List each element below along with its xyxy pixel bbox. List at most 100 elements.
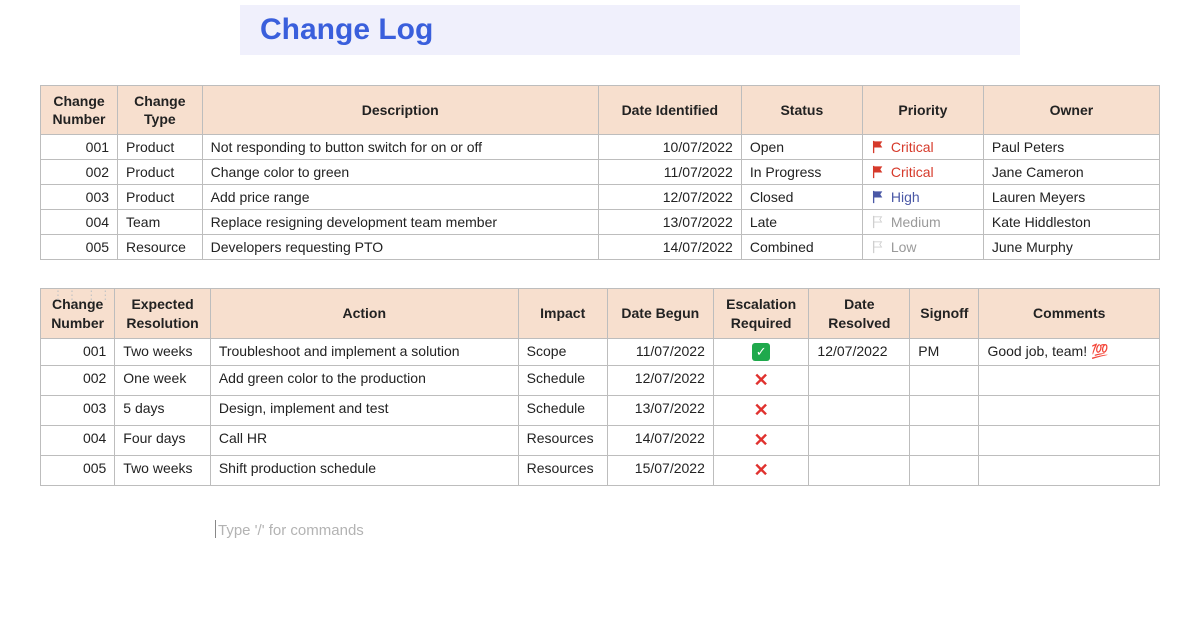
cross-icon: ✕ <box>754 400 769 420</box>
cell-change-number: 005 <box>41 455 115 485</box>
cell-comments <box>979 455 1160 485</box>
cross-icon: ✕ <box>754 430 769 450</box>
cell-action: Troubleshoot and implement a solution <box>210 338 518 365</box>
table-row[interactable]: 0035 daysDesign, implement and testSched… <box>41 395 1160 425</box>
cell-status: Open <box>741 135 862 160</box>
cell-change-number: 003 <box>41 185 118 210</box>
cell-date-resolved <box>809 455 910 485</box>
cell-expected-resolution: Four days <box>115 425 211 455</box>
cell-date-resolved: 12/07/2022 <box>809 338 910 365</box>
cell-description: Change color to green <box>202 160 598 185</box>
cell-change-number: 003 <box>41 395 115 425</box>
t1-header: Status <box>741 86 862 135</box>
cell-date-identified: 10/07/2022 <box>598 135 741 160</box>
cell-impact: Scope <box>518 338 607 365</box>
cell-status: Combined <box>741 235 862 260</box>
cell-escalation: ✕ <box>713 365 809 395</box>
cell-owner: Kate Hiddleston <box>983 210 1159 235</box>
cell-change-number: 001 <box>41 135 118 160</box>
table-row[interactable]: 004TeamReplace resigning development tea… <box>41 210 1160 235</box>
cell-impact: Resources <box>518 455 607 485</box>
cell-action: Call HR <box>210 425 518 455</box>
cell-change-type: Product <box>118 185 203 210</box>
cross-icon: ✕ <box>754 370 769 390</box>
cell-date-resolved <box>809 395 910 425</box>
t1-header: Date Identified <box>598 86 741 135</box>
cell-priority: High <box>862 185 983 210</box>
t1-header: Change Number <box>41 86 118 135</box>
table-row[interactable]: 005Two weeksShift production scheduleRes… <box>41 455 1160 485</box>
cell-date-begun: 14/07/2022 <box>607 425 713 455</box>
command-input[interactable]: Type '/' for commands <box>40 514 1160 539</box>
cell-change-type: Resource <box>118 235 203 260</box>
cell-priority: Low <box>862 235 983 260</box>
cell-change-number: 004 <box>41 425 115 455</box>
t1-header: Priority <box>862 86 983 135</box>
table-row[interactable]: 002ProductChange color to green11/07/202… <box>41 160 1160 185</box>
priority-label: High <box>891 189 920 205</box>
cross-icon: ✕ <box>754 460 769 480</box>
table-row[interactable]: 001Two weeksTroubleshoot and implement a… <box>41 338 1160 365</box>
cell-change-number: 002 <box>41 160 118 185</box>
cell-description: Developers requesting PTO <box>202 235 598 260</box>
cell-comments <box>979 365 1160 395</box>
table-row[interactable]: 005ResourceDevelopers requesting PTO14/0… <box>41 235 1160 260</box>
cell-signoff <box>910 455 979 485</box>
cell-signoff <box>910 365 979 395</box>
cell-comments <box>979 425 1160 455</box>
cell-owner: Paul Peters <box>983 135 1159 160</box>
t2-header: Date Resolved <box>809 289 910 338</box>
flag-icon <box>871 189 891 205</box>
t2-header: Signoff <box>910 289 979 338</box>
cell-date-identified: 14/07/2022 <box>598 235 741 260</box>
cell-comments: Good job, team! 💯 <box>979 338 1160 365</box>
priority-label: Critical <box>891 139 934 155</box>
title-bar: Change Log <box>240 5 1020 55</box>
cell-date-resolved <box>809 425 910 455</box>
cell-date-begun: 15/07/2022 <box>607 455 713 485</box>
priority-label: Critical <box>891 164 934 180</box>
t2-header: Expected Resolution <box>115 289 211 338</box>
cell-description: Not responding to button switch for on o… <box>202 135 598 160</box>
cell-owner: Lauren Meyers <box>983 185 1159 210</box>
cell-date-identified: 13/07/2022 <box>598 210 741 235</box>
cell-signoff <box>910 395 979 425</box>
flag-icon <box>871 139 891 155</box>
cell-action: Design, implement and test <box>210 395 518 425</box>
table-row[interactable]: 002One weekAdd green color to the produc… <box>41 365 1160 395</box>
t1-header: Owner <box>983 86 1159 135</box>
cell-date-resolved <box>809 365 910 395</box>
priority-label: Medium <box>891 214 941 230</box>
cell-priority: Medium <box>862 210 983 235</box>
t2-header: Date Begun <box>607 289 713 338</box>
table-row[interactable]: 004Four daysCall HRResources14/07/2022✕ <box>41 425 1160 455</box>
cell-date-begun: 12/07/2022 <box>607 365 713 395</box>
cell-signoff <box>910 425 979 455</box>
cell-priority: Critical <box>862 135 983 160</box>
cell-date-begun: 11/07/2022 <box>607 338 713 365</box>
cell-status: Late <box>741 210 862 235</box>
t2-header: Comments <box>979 289 1160 338</box>
drag-handle-icon[interactable]: ⋮⋮ ⋮⋮ <box>52 288 113 302</box>
t1-header: Change Type <box>118 86 203 135</box>
change-log-table-2: Change NumberExpected ResolutionActionIm… <box>40 288 1160 485</box>
page-title: Change Log <box>260 13 1000 47</box>
cell-action: Add green color to the production <box>210 365 518 395</box>
cell-owner: Jane Cameron <box>983 160 1159 185</box>
cell-change-type: Product <box>118 135 203 160</box>
flag-icon <box>871 214 891 230</box>
cell-impact: Schedule <box>518 365 607 395</box>
cell-change-number: 004 <box>41 210 118 235</box>
table-row[interactable]: 001ProductNot responding to button switc… <box>41 135 1160 160</box>
cell-expected-resolution: Two weeks <box>115 338 211 365</box>
cell-change-type: Team <box>118 210 203 235</box>
cell-expected-resolution: One week <box>115 365 211 395</box>
cell-change-type: Product <box>118 160 203 185</box>
cell-status: In Progress <box>741 160 862 185</box>
cell-owner: June Murphy <box>983 235 1159 260</box>
cell-description: Add price range <box>202 185 598 210</box>
cell-escalation: ✕ <box>713 395 809 425</box>
cell-change-number: 005 <box>41 235 118 260</box>
table-row[interactable]: 003ProductAdd price range12/07/2022Close… <box>41 185 1160 210</box>
flag-icon <box>871 239 891 255</box>
